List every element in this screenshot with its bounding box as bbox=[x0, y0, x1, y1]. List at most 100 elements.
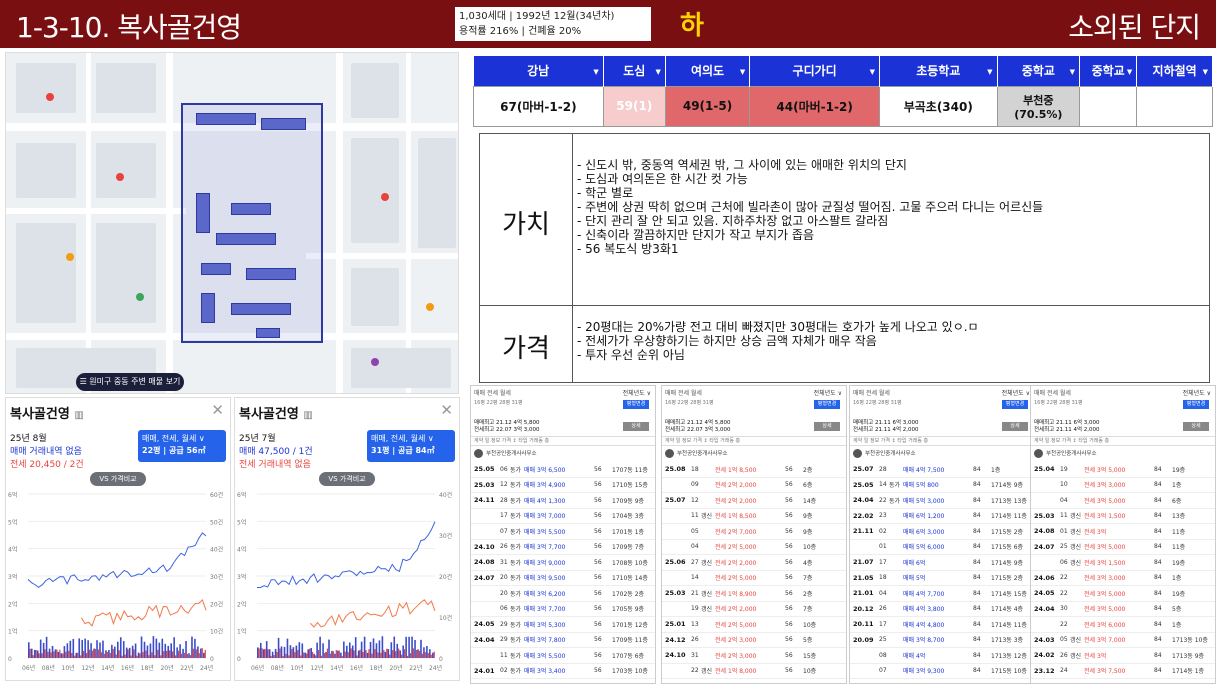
deal-type-tabs[interactable]: 매매 전세 월세 bbox=[474, 388, 511, 397]
change-size-button[interactable]: 평형변경 bbox=[1183, 400, 1209, 409]
table-row[interactable]: 07 매매 3억 9,300 84 1715동 10층 bbox=[850, 664, 1034, 679]
table-row[interactable]: 25.03 11 갱신 전세 3억 1,500 84 13층 bbox=[1031, 509, 1215, 524]
table-row[interactable]: 24.06 22 전세 3억 3,000 84 1층 bbox=[1031, 571, 1215, 586]
detail-button[interactable]: 상세 bbox=[623, 422, 649, 431]
table-row[interactable]: 24.07 20 동가 매매 3억 9,500 56 1710동 14층 bbox=[471, 571, 655, 586]
deal-month: 25.03 bbox=[1034, 511, 1055, 520]
table-row[interactable]: 21.11 02 매매 6억 3,000 84 1715동 2층 bbox=[850, 524, 1034, 540]
change-size-button[interactable]: 평형변경 bbox=[623, 400, 649, 409]
type-size-selector[interactable]: 매매, 전세, 월세 ∨ 31평 | 공급 84㎡ bbox=[367, 430, 455, 462]
detail-button[interactable]: 상세 bbox=[814, 422, 840, 431]
size-tabs[interactable]: 16평 22평 28평 31평 bbox=[474, 400, 523, 407]
nearby-listings-button[interactable]: ☰ 원미구 중동 주변 매물 보기 bbox=[76, 373, 184, 391]
table-row[interactable]: 24.04 29 동가 매매 3억 7,800 56 1709동 11층 bbox=[471, 633, 655, 648]
year-filter[interactable]: 전체년도 ∨ bbox=[814, 388, 842, 397]
table-row[interactable]: 25.01 13 전세 2억 5,000 56 10층 bbox=[662, 617, 846, 633]
size-tabs[interactable]: 16평 22평 28평 31평 bbox=[1034, 400, 1083, 407]
table-row[interactable]: 24.07 25 갱신 전세 3억 5,000 84 11층 bbox=[1031, 540, 1215, 555]
table-row[interactable]: 23.0319전세 3억841715동 10층 bbox=[1031, 679, 1215, 683]
table-row[interactable]: 24.04 22 동가 매매 5억 3,000 84 1713동 13층 bbox=[850, 493, 1034, 509]
map-view[interactable]: ☰ 원미구 중동 주변 매물 보기 bbox=[5, 52, 459, 394]
table-row[interactable]: 17 동가 매매 3억 7,000 56 1704동 3층 bbox=[471, 509, 655, 524]
table-row[interactable]: 22 전세 3억 6,000 84 1층 bbox=[1031, 617, 1215, 633]
table-row[interactable]: 06 갱신 전세 3억 1,500 84 19층 bbox=[1031, 555, 1215, 571]
table-row[interactable]: 25.04 19 전세 3억 5,000 84 19층 bbox=[1031, 462, 1215, 478]
vs-compare-button[interactable]: VS 가격비교 bbox=[90, 472, 146, 486]
deal-type-tabs[interactable]: 매매 전세 월세 bbox=[1034, 388, 1071, 397]
deal-floor: 1713동 13층 bbox=[991, 497, 1027, 505]
table-row[interactable]: 25.03 21 갱신 전세 1억 8,900 56 2층 bbox=[662, 586, 846, 602]
close-icon[interactable]: ✕ bbox=[211, 401, 224, 419]
table-row[interactable]: 24.12 26 전세 2억 3,000 56 5층 bbox=[662, 633, 846, 648]
deal-type-tabs[interactable]: 매매 전세 월세 bbox=[853, 388, 890, 397]
detail-button[interactable]: 상세 bbox=[1002, 422, 1028, 431]
table-row[interactable]: 05 전세 2억 7,000 56 9층 bbox=[662, 524, 846, 540]
table-row[interactable]: 21.01 04 매매 4억 7,700 84 1714동 15층 bbox=[850, 586, 1034, 602]
volume-bar bbox=[415, 649, 418, 658]
table-row[interactable]: 24.10 31 전세 2억 3,000 56 15층 bbox=[662, 648, 846, 664]
table-row[interactable]: 24.02 26 갱신 전세 3억 84 1713동 9층 bbox=[1031, 648, 1215, 664]
type-size-selector[interactable]: 매매, 전세, 월세 ∨ 22평 | 공급 56㎡ bbox=[138, 430, 226, 462]
table-row[interactable]: 20.11 17 매매 4억 4,800 84 1714동 11층 bbox=[850, 617, 1034, 633]
table-row[interactable]: 25.05 06 동가 매매 3억 6,500 56 1707동 11층 bbox=[471, 462, 655, 478]
year-filter[interactable]: 전체년도 ∨ bbox=[623, 388, 651, 397]
table-row[interactable]: 04 전세 3억 5,000 84 6층 bbox=[1031, 493, 1215, 509]
size-tabs[interactable]: 16평 22평 28평 31평 bbox=[853, 400, 902, 407]
table-row[interactable]: 22.02 23 매매 6억 1,200 84 1714동 11층 bbox=[850, 509, 1034, 524]
table-row[interactable]: 04 전세 2억 5,000 56 10층 bbox=[662, 540, 846, 555]
table-row[interactable]: 01 매매 5억 6,000 84 1715동 6층 bbox=[850, 540, 1034, 555]
year-filter[interactable]: 전체년도 ∨ bbox=[1002, 388, 1030, 397]
table-row[interactable]: 06 동가 매매 3억 7,700 56 1705동 9층 bbox=[471, 602, 655, 617]
table-row[interactable]: 20.0815매매 4억 750841714동 9층 bbox=[850, 679, 1034, 683]
value-item: - 도심과 여의돈은 한 시간 컷 가능 bbox=[577, 172, 748, 186]
close-icon[interactable]: ✕ bbox=[440, 401, 453, 419]
table-row[interactable]: 23.1125동가매매 3억 3,000561710동 3층 bbox=[471, 679, 655, 683]
table-row[interactable]: 08 매매 4억 84 1713동 12층 bbox=[850, 648, 1034, 664]
table-row[interactable]: 24.04 30 전세 3억 5,000 84 5층 bbox=[1031, 602, 1215, 617]
table-row[interactable]: 25.06 27 갱신 전세 2억 2,000 56 4층 bbox=[662, 555, 846, 571]
deal-floor: 1층 bbox=[1172, 575, 1182, 583]
size-tabs[interactable]: 16평 22평 28평 31평 bbox=[665, 400, 714, 407]
table-row[interactable]: 24.11 28 동가 매매 4억 1,300 56 1709동 9층 bbox=[471, 493, 655, 509]
table-row[interactable]: 25.07 12 전세 2억 2,000 56 14층 bbox=[662, 493, 846, 509]
table-row[interactable]: 14 전세 2억 5,000 56 7층 bbox=[662, 571, 846, 586]
table-row[interactable]: 10 전세 3억 3,000 84 1층 bbox=[1031, 478, 1215, 493]
table-row[interactable]: 24.03 05 갱신 전세 3억 7,000 84 1713동 10층 bbox=[1031, 633, 1215, 648]
table-row[interactable]: 07 동가 매매 3억 5,500 56 1701동 1층 bbox=[471, 524, 655, 540]
table-row[interactable]: 25.03 12 동가 매매 3억 4,900 56 1710동 15층 bbox=[471, 478, 655, 493]
table-row[interactable]: 24.0920갱신전세 2억 9,0005610층 bbox=[662, 679, 846, 683]
change-size-button[interactable]: 평형변경 bbox=[814, 400, 840, 409]
table-row[interactable]: 11 동가 매매 3억 5,500 56 1707동 6층 bbox=[471, 648, 655, 664]
vs-compare-button[interactable]: VS 가격비교 bbox=[319, 472, 375, 486]
table-row[interactable]: 20.12 26 매매 4억 3,800 84 1714동 4층 bbox=[850, 602, 1034, 617]
table-row[interactable]: 25.08 18 전세 1억 8,500 56 2층 bbox=[662, 462, 846, 478]
table-row[interactable]: 25.07 28 매매 4억 7,500 84 1층 bbox=[850, 462, 1034, 478]
table-row[interactable]: 24.08 31 동가 매매 3억 9,000 56 1708동 10층 bbox=[471, 555, 655, 571]
deal-type-tabs[interactable]: 매매 전세 월세 bbox=[665, 388, 702, 397]
table-row[interactable]: 19 갱신 전세 2억 2,000 56 7층 bbox=[662, 602, 846, 617]
table-row[interactable]: 21.07 17 매매 6억 84 1714동 9층 bbox=[850, 555, 1034, 571]
table-row[interactable]: 22 갱신 전세 1억 8,000 56 10층 bbox=[662, 664, 846, 679]
value-section: 가치 - 신도시 밖, 중동역 역세권 밖, 그 사이에 있는 애매한 위치의 … bbox=[480, 134, 1209, 306]
table-row[interactable]: 21.05 18 매매 5억 84 1715동 2층 bbox=[850, 571, 1034, 586]
table-row[interactable]: 11 갱신 전세 1억 8,500 56 9층 bbox=[662, 509, 846, 524]
deal-day: 18 bbox=[879, 574, 887, 582]
table-row[interactable]: 24.08 01 갱신 전세 3억 84 11층 bbox=[1031, 524, 1215, 540]
table-row[interactable]: 23.12 24 전세 3억 7,500 84 1714동 1층 bbox=[1031, 664, 1215, 679]
table-row[interactable]: 09 전세 2억 2,000 56 6층 bbox=[662, 478, 846, 493]
change-size-button[interactable]: 평형변경 bbox=[1002, 400, 1028, 409]
table-row[interactable]: 24.01 02 동가 매매 3억 3,400 56 1703동 10층 bbox=[471, 664, 655, 679]
table-row[interactable]: 25.05 14 동가 매매 5억 800 84 1714동 9층 bbox=[850, 478, 1034, 493]
deal-day: 07 bbox=[879, 667, 887, 675]
table-row[interactable]: 24.05 22 전세 3억 5,000 84 19층 bbox=[1031, 586, 1215, 602]
table-row[interactable]: 20 동가 매매 3억 6,200 56 1702동 2층 bbox=[471, 586, 655, 602]
year-filter[interactable]: 전체년도 ∨ bbox=[1183, 388, 1211, 397]
deal-floor: 1707동 11층 bbox=[612, 466, 648, 474]
detail-button[interactable]: 상세 bbox=[1183, 422, 1209, 431]
table-row[interactable]: 24.10 26 동가 매매 3억 7,700 56 1709동 7층 bbox=[471, 540, 655, 555]
deal-info: 동가 bbox=[510, 637, 522, 645]
deal-price: 전세 2억 3,000 bbox=[715, 652, 757, 660]
table-row[interactable]: 20.09 25 매매 3억 8,700 84 1713동 3층 bbox=[850, 633, 1034, 648]
table-row[interactable]: 24.05 29 동가 매매 3억 5,300 56 1701동 12층 bbox=[471, 617, 655, 633]
volume-bar bbox=[155, 638, 158, 658]
